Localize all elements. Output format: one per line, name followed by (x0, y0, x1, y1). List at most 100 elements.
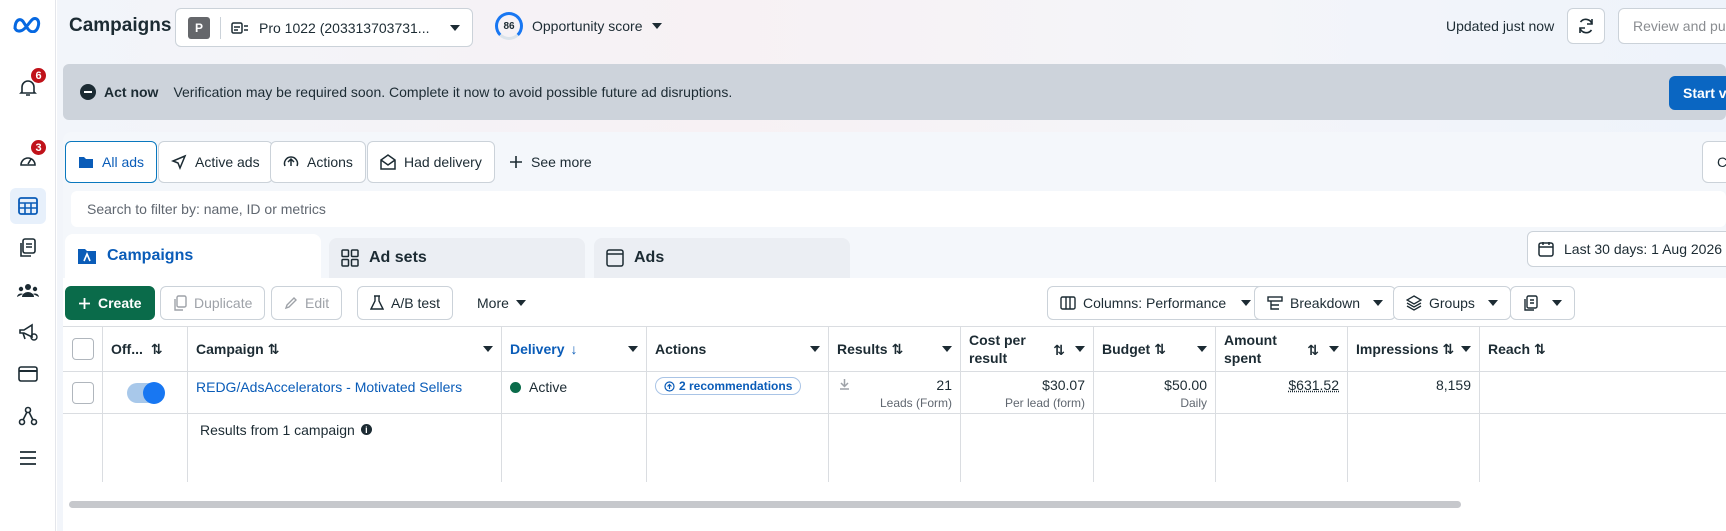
more-dropdown[interactable]: More (465, 286, 538, 320)
filter-had-delivery[interactable]: Had delivery (367, 141, 495, 183)
amount-spent-value[interactable]: $631.52 (1224, 377, 1339, 393)
start-verification-button[interactable]: Start verification (1669, 76, 1726, 110)
filter-actions[interactable]: Actions (270, 141, 366, 183)
col-header-amount-spent[interactable]: Amount spent ⇅ (1216, 327, 1348, 371)
search-bar[interactable] (71, 191, 1726, 227)
billing-card-icon[interactable] (10, 356, 46, 392)
duplicate-button[interactable]: Duplicate (160, 286, 266, 320)
see-more-button[interactable]: See more (509, 141, 592, 183)
col-header-label: Amount spent (1224, 332, 1277, 366)
sort-icon: ⇅ (1053, 342, 1065, 358)
actions-cell: 2 recommendations (647, 372, 829, 413)
budget-cell[interactable]: $50.00 Daily (1094, 372, 1216, 413)
audiences-icon[interactable] (10, 272, 46, 308)
top-bar: Campaigns P Pro 1022 (203313703731... 86… (57, 0, 1726, 60)
filter-active-ads[interactable]: Active ads (158, 141, 273, 183)
tab-ad-sets[interactable]: Ad sets (329, 238, 585, 278)
row-checkbox[interactable] (71, 381, 94, 404)
menu-hamburger-icon[interactable] (10, 440, 46, 476)
chevron-down-icon[interactable] (1461, 346, 1471, 352)
filter-label: Actions (307, 154, 353, 170)
chevron-down-icon (1487, 300, 1498, 306)
create-button[interactable]: Create (65, 286, 155, 320)
columns-dropdown[interactable]: Columns: Performance (1047, 286, 1265, 320)
layers-icon (1406, 295, 1422, 311)
chevron-down-icon[interactable] (1329, 346, 1339, 352)
breakdown-dropdown[interactable]: Breakdown (1254, 286, 1397, 320)
col-header-delivery[interactable]: Delivery ↓ (502, 327, 647, 371)
ads-manager-table-icon[interactable] (10, 188, 46, 224)
documents-icon[interactable] (10, 230, 46, 266)
date-range-label: Last 30 days: 1 Aug 2026 (1564, 241, 1723, 257)
results-type: Leads (Form) (879, 396, 952, 410)
opportunity-score[interactable]: 86 Opportunity score (495, 12, 662, 40)
chevron-down-icon[interactable] (1197, 346, 1207, 352)
campaigns-table: Off... ⇅ Campaign ⇅ Delivery ↓ Actions R… (63, 326, 1726, 531)
alert-message: Verification may be required soon. Compl… (173, 84, 733, 100)
opportunity-score-gauge: 86 (495, 12, 523, 40)
groups-dropdown[interactable]: Groups (1393, 286, 1511, 320)
sort-icon: ⇅ (267, 340, 280, 357)
see-more-label: See more (531, 154, 592, 170)
col-header-label: Results (837, 341, 888, 357)
col-header-off-on[interactable]: Off... ⇅ (103, 327, 188, 371)
col-header-campaign[interactable]: Campaign ⇅ (188, 327, 502, 371)
chevron-down-icon[interactable] (942, 346, 952, 352)
summary-empty-cell (961, 414, 1094, 482)
notifications-icon[interactable]: 6 (10, 67, 47, 106)
groups-label: Groups (1429, 295, 1475, 311)
edit-button[interactable]: Edit (271, 286, 343, 320)
tab-campaigns[interactable]: Campaigns (65, 234, 321, 278)
chevron-down-icon[interactable] (483, 346, 493, 352)
budget-type: Daily (1180, 396, 1207, 410)
events-network-icon[interactable] (10, 398, 46, 434)
ab-test-button[interactable]: A/B test (357, 286, 454, 320)
date-range-picker[interactable]: Last 30 days: 1 Aug 2026 (1527, 231, 1726, 267)
campaign-on-off-toggle[interactable] (127, 381, 165, 404)
reports-dropdown[interactable] (1510, 286, 1575, 320)
table-row[interactable]: REDG/AdsAccelerators - Motivated Sellers… (63, 372, 1726, 414)
col-header-actions[interactable]: Actions (647, 327, 829, 371)
chevron-down-icon[interactable] (628, 346, 638, 352)
row-toggle-cell (103, 372, 188, 413)
reports-icon (1524, 295, 1538, 311)
col-header-label: Actions (655, 341, 707, 357)
col-header-impressions[interactable]: Impressions ⇅ (1348, 327, 1480, 371)
recommendations-badge[interactable]: 2 recommendations (655, 377, 802, 395)
update-status: Updated just now (1446, 18, 1555, 34)
amount-spent-cell: $631.52 (1216, 372, 1348, 413)
summary-empty-cell (63, 414, 103, 482)
reach-cell (1480, 372, 1726, 413)
select-all-checkbox[interactable] (71, 338, 94, 360)
campaigns-panel: All ads Active ads Actions Had delivery … (63, 132, 1726, 531)
tab-ads[interactable]: Ads (594, 238, 850, 278)
col-header-label: Impressions (1356, 341, 1439, 357)
filter-all-ads[interactable]: All ads (65, 141, 158, 183)
create-view-button[interactable]: Create view (1702, 141, 1726, 183)
info-icon[interactable]: i (360, 424, 372, 435)
meta-logo-icon[interactable] (10, 6, 46, 42)
budget-value: $50.00 (1164, 377, 1207, 393)
delivery-cell: Active (502, 372, 647, 413)
filter-label: All ads (102, 154, 145, 170)
refresh-button[interactable] (1567, 8, 1605, 44)
col-header-cost-per-result[interactable]: Cost per result ⇅ (961, 327, 1094, 371)
col-header-label: Campaign (196, 341, 264, 357)
review-and-publish-button[interactable]: Review and publish (1618, 8, 1726, 44)
chevron-down-icon (450, 24, 460, 31)
delivery-status: Active (529, 379, 568, 395)
account-selector[interactable]: P Pro 1022 (203313703731... (175, 8, 473, 47)
impressions-value: 8,159 (1435, 377, 1471, 393)
col-header-budget[interactable]: Budget ⇅ (1094, 327, 1216, 371)
arrow-up-circle-icon (283, 156, 299, 167)
flask-icon (370, 295, 384, 310)
col-header-results[interactable]: Results ⇅ (829, 327, 961, 371)
col-header-reach[interactable]: Reach ⇅ (1480, 327, 1726, 371)
campaign-megaphone-icon[interactable] (10, 314, 46, 350)
horizontal-scrollbar[interactable] (69, 501, 1461, 508)
campaign-name-link[interactable]: REDG/AdsAccelerators - Motivated Sellers (196, 379, 462, 395)
search-input[interactable] (87, 201, 1726, 217)
chevron-down-icon[interactable] (1075, 346, 1085, 352)
chevron-down-icon[interactable] (810, 346, 820, 352)
performance-gauge-icon[interactable]: 3 (10, 139, 47, 178)
